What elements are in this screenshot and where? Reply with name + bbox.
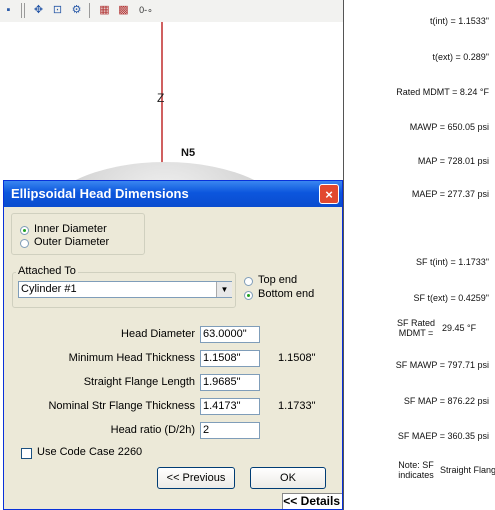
bottom-end-radio[interactable] [244,291,253,300]
maep-result: MAEP = 277.37 psi [411,189,489,199]
nozzle-table-icon[interactable]: ▩ [115,2,132,19]
note-value: Straight Flange [440,465,495,475]
nozzle-label[interactable]: N5 [181,147,195,159]
outer-diameter-radio[interactable] [20,239,29,248]
dropdown-arrow-icon[interactable]: ▼ [216,282,232,297]
head-diameter-input[interactable]: 63.0000" [200,326,260,343]
head-diameter-label: Head Diameter [121,328,195,340]
sf-maep-result: SF MAEP = 360.35 psi [397,431,489,441]
head-ratio-label: Head ratio (D/2h) [110,424,195,436]
code-case-label[interactable]: Use Code Case 2260 [37,446,142,458]
sf-mawp-result: SF MAWP = 797.71 psi [395,360,489,370]
view-toolbar: ▪ ✥ ⊡ ⚙ ▦ ▩ 0-∘ [0,0,343,22]
sf-text-result: SF t(ext) = 0.4259" [413,293,489,303]
toolbar-separator [21,3,22,18]
dialog-title: Ellipsoidal Head Dimensions [11,186,189,201]
bottom-end-label[interactable]: Bottom end [258,288,314,300]
z-axis-label: Z [157,91,165,105]
previous-button[interactable]: << Previous [157,467,235,489]
tint-result: t(int) = 1.1533" [430,16,489,26]
ok-button[interactable]: OK [250,467,326,489]
sf-rated-mdmt-value: 29.45 °F [442,323,477,333]
head-ratio-input[interactable]: 2 [200,422,260,439]
toolbar-separator [24,3,25,18]
code-case-checkbox[interactable] [21,448,32,459]
nominal-sf-thickness-calculated: 1.1733" [278,400,316,412]
straight-flange-input[interactable]: 1.9685" [200,374,260,391]
ellipsoidal-head-dialog: Ellipsoidal Head Dimensions × Inner Diam… [3,180,343,510]
data-table-icon[interactable]: ▦ [96,2,113,19]
min-thickness-calculated: 1.1508" [278,352,316,364]
close-icon: × [325,186,333,202]
sf-tint-result: SF t(int) = 1.1733" [416,257,489,267]
min-thickness-label: Minimum Head Thickness [68,352,195,364]
mawp-result: MAWP = 650.05 psi [409,122,489,132]
close-button[interactable]: × [319,184,339,204]
toolbar-separator [89,3,90,18]
results-panel: t(int) = 1.1533" t(ext) = 0.289" Rated M… [343,0,495,510]
attached-to-value: Cylinder #1 [21,283,77,295]
text-result: t(ext) = 0.289" [432,52,489,62]
attached-to-select[interactable]: Cylinder #1 [18,281,232,298]
dialog-titlebar[interactable]: Ellipsoidal Head Dimensions × [4,181,342,207]
nominal-sf-thickness-label: Nominal Str Flange Thickness [48,400,195,412]
note-label: Note: SF indicates [398,460,434,480]
top-end-radio[interactable] [244,277,253,286]
inner-diameter-label[interactable]: Inner Diameter [34,223,107,235]
inner-diameter-radio[interactable] [20,226,29,235]
map-result: MAP = 728.01 psi [417,156,489,166]
outer-diameter-label[interactable]: Outer Diameter [34,236,109,248]
attached-to-label: Attached To [16,265,78,277]
nominal-sf-thickness-input[interactable]: 1.4173" [200,398,260,415]
frame-icon[interactable]: ⊡ [49,2,66,19]
orientation-icon[interactable]: 0-∘ [134,2,158,19]
straight-flange-label: Straight Flange Length [83,376,195,388]
top-end-label[interactable]: Top end [258,274,297,286]
min-thickness-input[interactable]: 1.1508" [200,350,260,367]
sf-rated-mdmt-label: SF Rated MDMT = [396,318,436,338]
panel-icon[interactable]: ▪ [0,2,17,19]
details-button[interactable]: << Details [282,493,342,509]
rated-mdmt-result: Rated MDMT = 8.24 °F [396,87,489,97]
pan-move-icon[interactable]: ✥ [30,2,47,19]
sf-map-result: SF MAP = 876.22 psi [403,396,489,406]
gear-icon[interactable]: ⚙ [68,2,85,19]
